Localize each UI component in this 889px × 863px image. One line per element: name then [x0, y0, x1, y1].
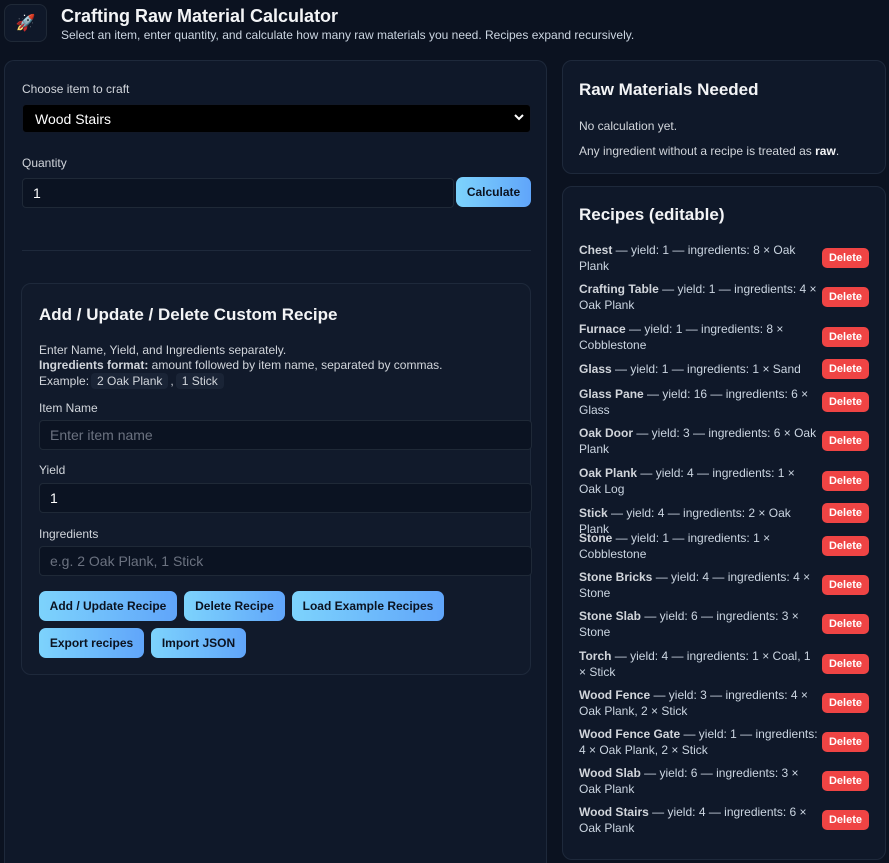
recipe-details: — yield: 1 — ingredients: 1 × Sand — [611, 362, 801, 376]
recipe-name: Wood Slab — [579, 766, 641, 780]
format-text: amount followed by item name, separated … — [148, 358, 443, 372]
note-bold: raw — [815, 144, 836, 158]
delete-recipe-button[interactable]: Delete — [822, 614, 869, 634]
yield-input[interactable]: 1 — [39, 483, 532, 513]
recipe-name: Chest — [579, 243, 613, 257]
item-select[interactable]: Wood Stairs — [22, 104, 531, 133]
app-subtitle: Select an item, enter quantity, and calc… — [61, 28, 635, 42]
recipe-item: Wood Fence Gate — yield: 1 — ingredients… — [579, 726, 819, 758]
recipe-name: Stone — [579, 531, 613, 545]
recipe-name: Wood Stairs — [579, 805, 649, 819]
recipe-name: Glass Pane — [579, 387, 644, 401]
custom-recipe-panel: Add / Update / Delete Custom Recipe Ente… — [21, 283, 532, 675]
recipe-item: Oak Door — yield: 3 — ingredients: 6 × O… — [579, 425, 819, 457]
recipe-name: Stone Slab — [579, 609, 642, 623]
delete-recipe-button[interactable]: Delete Recipe — [184, 591, 285, 621]
note-prefix: Any ingredient without a recipe is treat… — [579, 144, 816, 158]
divider — [22, 250, 531, 251]
recipe-name: Oak Door — [579, 426, 634, 440]
recipe-item: Stone — yield: 1 — ingredients: 1 × Cobb… — [579, 530, 819, 562]
export-recipes-button[interactable]: Export recipes — [39, 628, 144, 658]
example-label: Example: — [39, 374, 90, 388]
recipe-item: Crafting Table — yield: 1 — ingredients:… — [579, 281, 819, 313]
recipe-details: — yield: 4 — ingredients: 1 × Coal, 1 × … — [579, 649, 811, 679]
delete-recipe-button[interactable]: Delete — [822, 327, 869, 347]
delete-recipe-button[interactable]: Delete — [822, 771, 869, 791]
raw-materials-panel: Raw Materials Needed No calculation yet.… — [562, 60, 886, 174]
rocket-icon: 🚀 — [4, 4, 47, 42]
calculate-button[interactable]: Calculate — [456, 177, 531, 207]
recipes-panel: Recipes (editable) Chest — yield: 1 — in… — [562, 186, 886, 860]
recipe-item: Wood Slab — yield: 6 — ingredients: 3 × … — [579, 765, 819, 797]
app-header: 🚀 Crafting Raw Material Calculator Selec… — [0, 0, 889, 48]
item-select-value: Wood Stairs — [35, 110, 111, 127]
raw-materials-status: No calculation yet. — [579, 119, 678, 133]
quantity-label: Quantity — [22, 156, 67, 170]
delete-recipe-button[interactable]: Delete — [822, 359, 869, 379]
recipe-name: Furnace — [579, 322, 626, 336]
delete-recipe-button[interactable]: Delete — [822, 431, 869, 451]
item-select-label: Choose item to craft — [22, 82, 130, 96]
example-separator: , — [170, 374, 174, 388]
delete-recipe-button[interactable]: Delete — [822, 732, 869, 752]
raw-materials-title: Raw Materials Needed — [579, 80, 759, 99]
recipe-details: — yield: 1 — ingredients: 8 × Oak Plank — [579, 243, 796, 273]
recipe-item: Stone Bricks — yield: 4 — ingredients: 4… — [579, 569, 819, 601]
recipe-item: Chest — yield: 1 — ingredients: 8 × Oak … — [579, 242, 819, 274]
ingredients-format-hint: Ingredients format: amount followed by i… — [39, 358, 442, 372]
format-bold: Ingredients format: — [39, 358, 149, 372]
ingredients-input[interactable]: e.g. 2 Oak Plank, 1 Stick — [39, 546, 532, 576]
delete-recipe-button[interactable]: Delete — [822, 575, 869, 595]
recipe-name: Crafting Table — [579, 282, 659, 296]
delete-recipe-button[interactable]: Delete — [822, 654, 869, 674]
raw-materials-note: Any ingredient without a recipe is treat… — [579, 144, 839, 158]
recipe-item: Oak Plank — yield: 4 — ingredients: 1 × … — [579, 465, 819, 497]
delete-recipe-button[interactable]: Delete — [822, 471, 869, 491]
yield-label: Yield — [39, 463, 66, 477]
item-name-input[interactable]: Enter item name — [39, 420, 532, 450]
recipe-item: Furnace — yield: 1 — ingredients: 8 × Co… — [579, 321, 819, 353]
chevron-down-icon — [514, 112, 524, 125]
example-chip: 1 Stick — [175, 373, 224, 389]
delete-recipe-button[interactable]: Delete — [822, 810, 869, 830]
recipe-name: Torch — [579, 649, 612, 663]
delete-recipe-button[interactable]: Delete — [822, 287, 869, 307]
example-chip: 2 Oak Plank — [91, 373, 169, 389]
item-name-label: Item Name — [39, 401, 98, 415]
delete-recipe-button[interactable]: Delete — [822, 693, 869, 713]
recipe-name: Wood Fence Gate — [579, 727, 681, 741]
delete-recipe-button[interactable]: Delete — [822, 392, 869, 412]
load-example-recipes-button[interactable]: Load Example Recipes — [292, 591, 444, 621]
recipe-name: Wood Fence — [579, 688, 651, 702]
import-json-button[interactable]: Import JSON — [151, 628, 246, 658]
recipe-name: Oak Plank — [579, 466, 638, 480]
note-suffix: . — [835, 144, 840, 158]
calculator-panel: Choose item to craft Wood Stairs Quantit… — [4, 60, 547, 863]
recipe-item: Wood Fence — yield: 3 — ingredients: 4 ×… — [579, 687, 819, 719]
add-update-recipe-button[interactable]: Add / Update Recipe — [39, 591, 177, 621]
custom-recipe-intro: Enter Name, Yield, and Ingredients separ… — [39, 343, 287, 357]
recipe-item: Torch — yield: 4 — ingredients: 1 × Coal… — [579, 648, 819, 680]
recipe-item: Stone Slab — yield: 6 — ingredients: 3 ×… — [579, 608, 819, 640]
quantity-input[interactable]: 1 — [22, 178, 454, 208]
custom-recipe-title: Add / Update / Delete Custom Recipe — [39, 305, 338, 324]
recipe-item: Glass — yield: 1 — ingredients: 1 × Sand — [579, 361, 819, 377]
recipe-item: Glass Pane — yield: 16 — ingredients: 6 … — [579, 386, 819, 418]
recipes-title: Recipes (editable) — [579, 205, 725, 224]
example-hint: Example: 2 Oak Plank, 1 Stick — [39, 373, 226, 389]
ingredients-label: Ingredients — [39, 527, 99, 541]
recipe-item: Wood Stairs — yield: 4 — ingredients: 6 … — [579, 804, 819, 836]
app-title: Crafting Raw Material Calculator — [61, 6, 339, 26]
recipe-name: Glass — [579, 362, 612, 376]
recipe-name: Stone Bricks — [579, 570, 653, 584]
delete-recipe-button[interactable]: Delete — [822, 248, 869, 268]
recipe-name: Stick — [579, 506, 608, 520]
delete-recipe-button[interactable]: Delete — [822, 536, 869, 556]
delete-recipe-button[interactable]: Delete — [822, 503, 869, 523]
